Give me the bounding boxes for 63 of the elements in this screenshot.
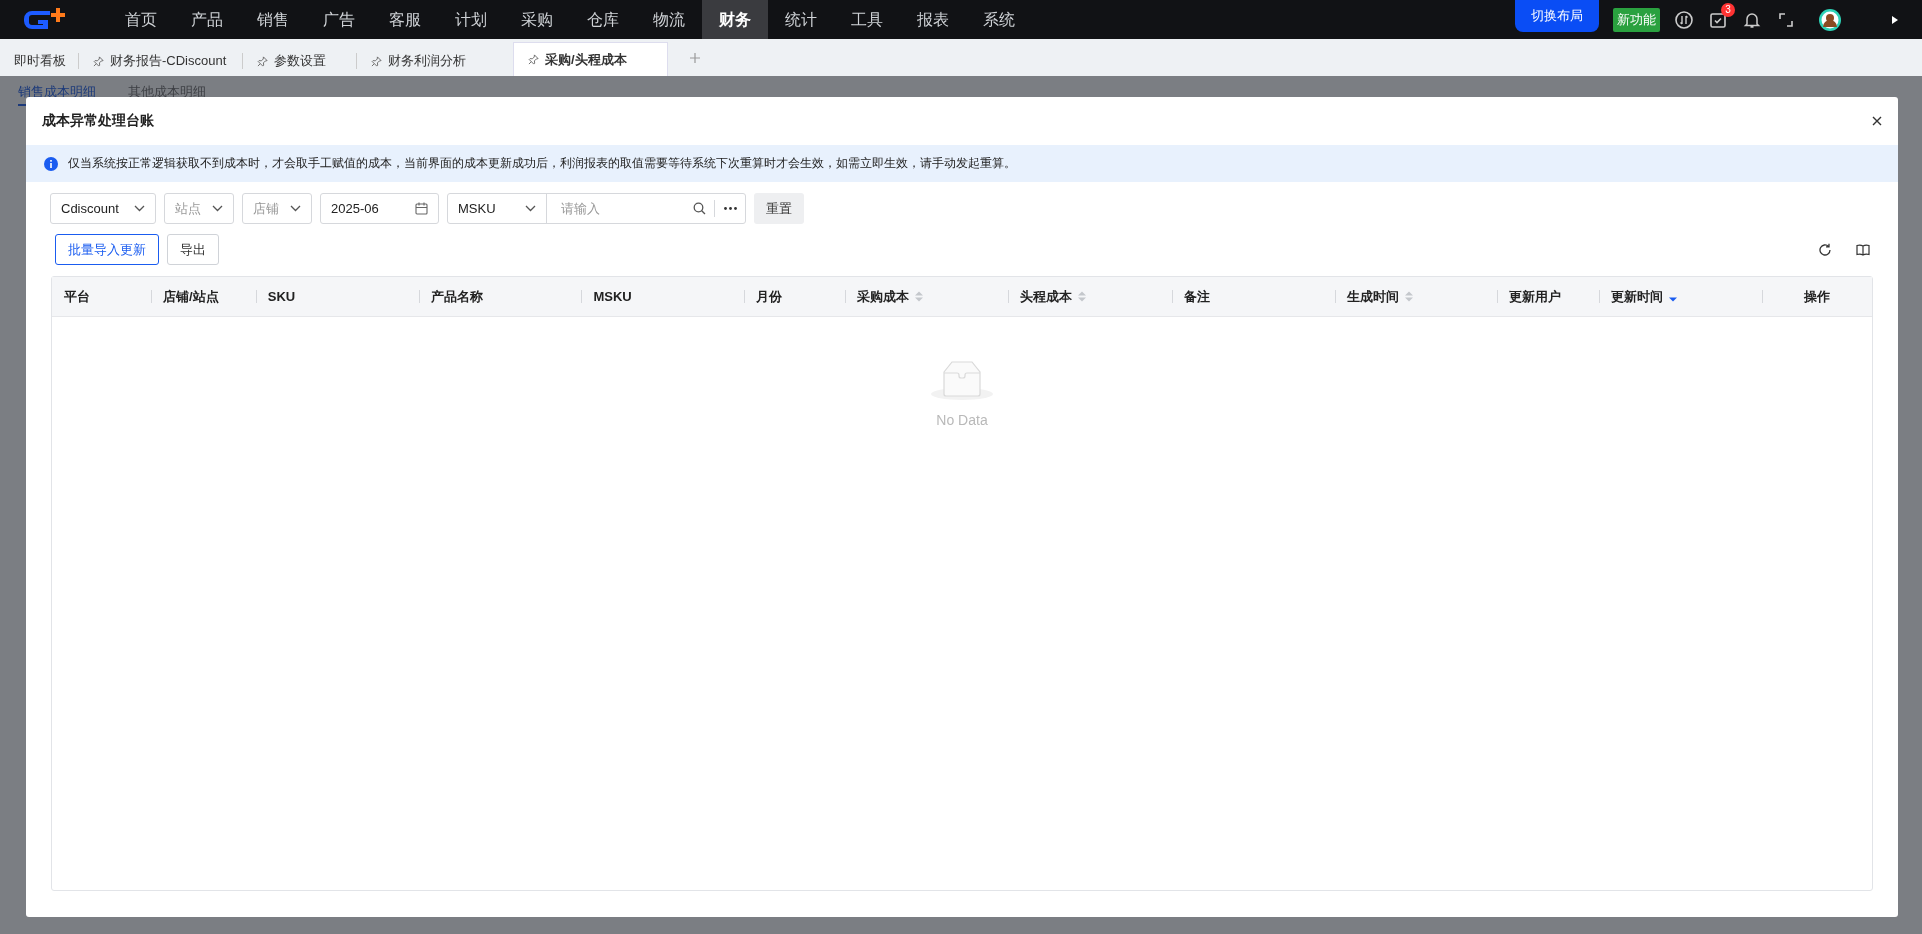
nav-menu-item[interactable]: 产品	[174, 0, 240, 39]
chevron-down-icon[interactable]	[134, 205, 145, 212]
nav-menu-item[interactable]: 计划	[438, 0, 504, 39]
nav-menu-item[interactable]: 仓库	[570, 0, 636, 39]
column-header: 月份	[756, 287, 783, 306]
empty-box-icon	[930, 360, 994, 402]
pin-icon[interactable]	[93, 55, 104, 67]
pin-icon[interactable]	[371, 55, 382, 67]
nav-menu-item[interactable]: 财务	[702, 0, 768, 39]
sort-circle-icon[interactable]	[1674, 9, 1694, 30]
month-picker[interactable]: 2025-06	[320, 193, 439, 224]
refresh-icon[interactable]	[1818, 242, 1832, 257]
nav-menu-item[interactable]: 统计	[768, 0, 834, 39]
book-icon[interactable]	[1856, 242, 1870, 257]
column-header[interactable]: 更新时间	[1611, 287, 1664, 306]
nav-menu-item[interactable]: 报表	[900, 0, 966, 39]
nav-menu-item[interactable]: 销售	[240, 0, 306, 39]
calendar-icon[interactable]	[415, 202, 428, 215]
nav-menu-item[interactable]: 客服	[372, 0, 438, 39]
nav-menu-item[interactable]: 系统	[966, 0, 1032, 39]
search-input-field[interactable]: 请输入	[559, 200, 693, 217]
column-header: 更新用户	[1509, 287, 1562, 306]
avatar-icon[interactable]	[1818, 7, 1842, 32]
dialog-title: 成本异常处理台账	[42, 112, 154, 130]
search-icon[interactable]	[693, 202, 706, 215]
column-header: SKU	[267, 289, 296, 304]
nav-menu-item[interactable]: 采购	[504, 0, 570, 39]
column-header: 店铺/站点	[162, 287, 219, 306]
chevron-down-icon[interactable]	[212, 205, 223, 212]
nav-menu-item[interactable]: 工具	[834, 0, 900, 39]
more-icon[interactable]	[723, 207, 737, 210]
nav-menu-item[interactable]: 物流	[636, 0, 702, 39]
page-tab[interactable]: 参数设置	[242, 53, 356, 69]
column-header: 平台	[64, 287, 90, 306]
empty-state-text: No Data	[936, 412, 988, 428]
platform-select[interactable]: Cdiscount	[50, 193, 156, 224]
notification-count-badge: 3	[1721, 2, 1735, 17]
pin-icon[interactable]	[257, 55, 268, 67]
close-icon[interactable]	[1872, 116, 1882, 126]
batch-import-button[interactable]: 批量导入更新	[55, 234, 159, 265]
page-tab[interactable]: 采购/头程成本	[513, 42, 668, 76]
reset-button[interactable]: 重置	[754, 193, 804, 224]
info-icon	[44, 156, 58, 171]
notice-text: 仅当系统按正常逻辑获取不到成本时，才会取手工赋值的成本，当前界面的成本更新成功后，利润报表的取值需要等待系统下次重算时才会生效，如需立即生效，请手动发起重算。	[68, 155, 1016, 172]
page-tab[interactable]: 财务利润分析	[356, 53, 505, 69]
chevron-down-icon[interactable]	[290, 205, 301, 212]
page-tab[interactable]: 财务报告-CDiscount	[79, 53, 242, 69]
nav-menu-item[interactable]: 首页	[108, 0, 174, 39]
column-header: 备注	[1183, 287, 1210, 306]
column-header[interactable]: 生成时间	[1346, 287, 1399, 306]
column-header[interactable]: 采购成本	[857, 287, 910, 306]
column-header: 操作	[1804, 287, 1830, 306]
page-tab[interactable]: 即时看板	[0, 53, 79, 69]
column-header: MSKU	[593, 289, 632, 304]
chevron-down-icon[interactable]	[525, 205, 536, 212]
caret-icon[interactable]	[1892, 15, 1898, 24]
column-header: 产品名称	[430, 287, 483, 306]
pin-icon[interactable]	[528, 54, 539, 65]
nav-menu-item[interactable]: 广告	[306, 0, 372, 39]
export-button[interactable]: 导出	[167, 234, 219, 265]
switch-layout-button[interactable]: 切换布局	[1515, 0, 1599, 32]
search-field-select[interactable]: MSKU	[448, 194, 547, 223]
column-header[interactable]: 头程成本	[1019, 287, 1072, 306]
